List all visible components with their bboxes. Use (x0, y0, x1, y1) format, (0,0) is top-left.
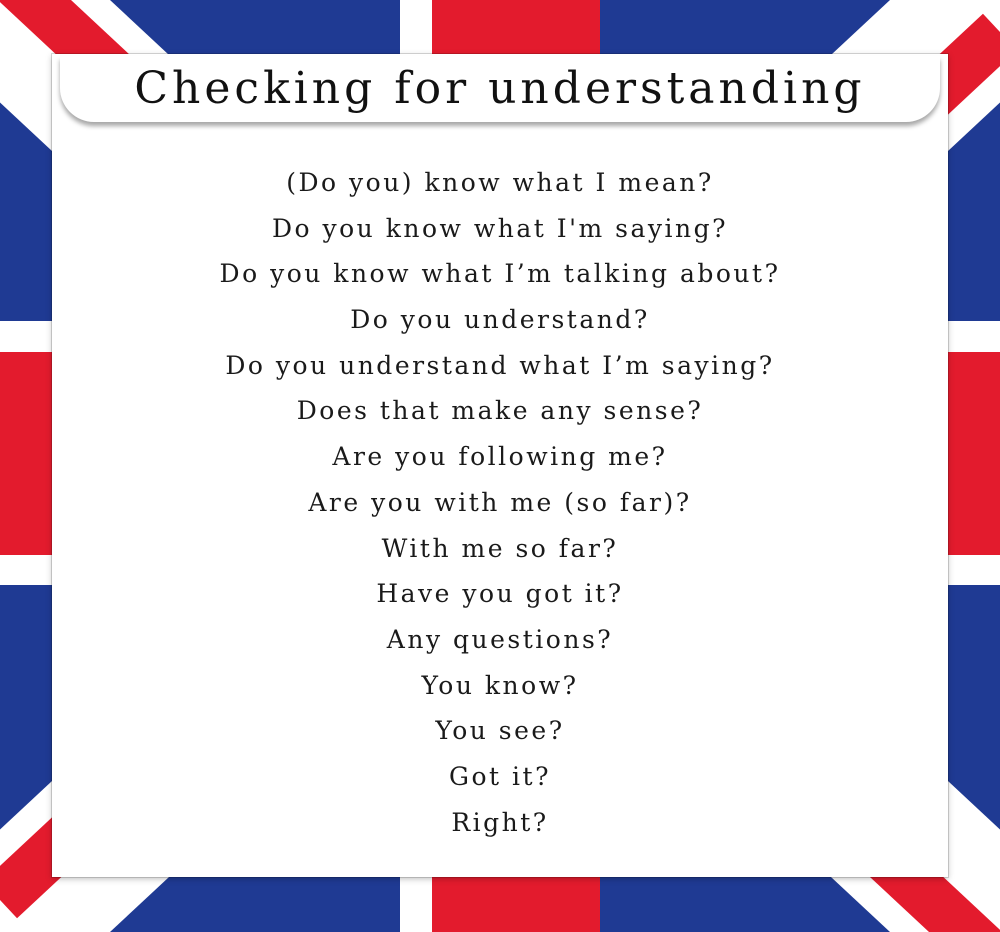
phrase-item: (Do you) know what I mean? (286, 168, 714, 197)
phrase-item: Does that make any sense? (296, 396, 704, 426)
phrase-item: Got it? (449, 761, 551, 791)
phrase-item: With me so far? (381, 533, 619, 563)
phrase-item: You know? (421, 670, 579, 700)
phrase-list: (Do you) know what I mean? Do you know w… (52, 160, 948, 845)
phrase-item: Do you know what I’m talking about? (219, 259, 781, 289)
phrase-item: Any questions? (386, 624, 614, 654)
phrase-item: Are you with me (so far)? (308, 487, 692, 517)
title-banner: Checking for understanding (60, 56, 940, 122)
page-title: Checking for understanding (134, 63, 866, 114)
phrase-item: Do you understand what I’m saying? (225, 350, 775, 380)
phrase-item: Right? (451, 807, 549, 837)
phrase-item: You see? (435, 716, 565, 746)
phrase-item: Do you understand? (350, 305, 650, 335)
phrase-item: Have you got it? (376, 579, 624, 609)
phrase-item: Are you following me? (332, 442, 668, 472)
phrase-item: Do you know what I'm saying? (271, 213, 729, 243)
